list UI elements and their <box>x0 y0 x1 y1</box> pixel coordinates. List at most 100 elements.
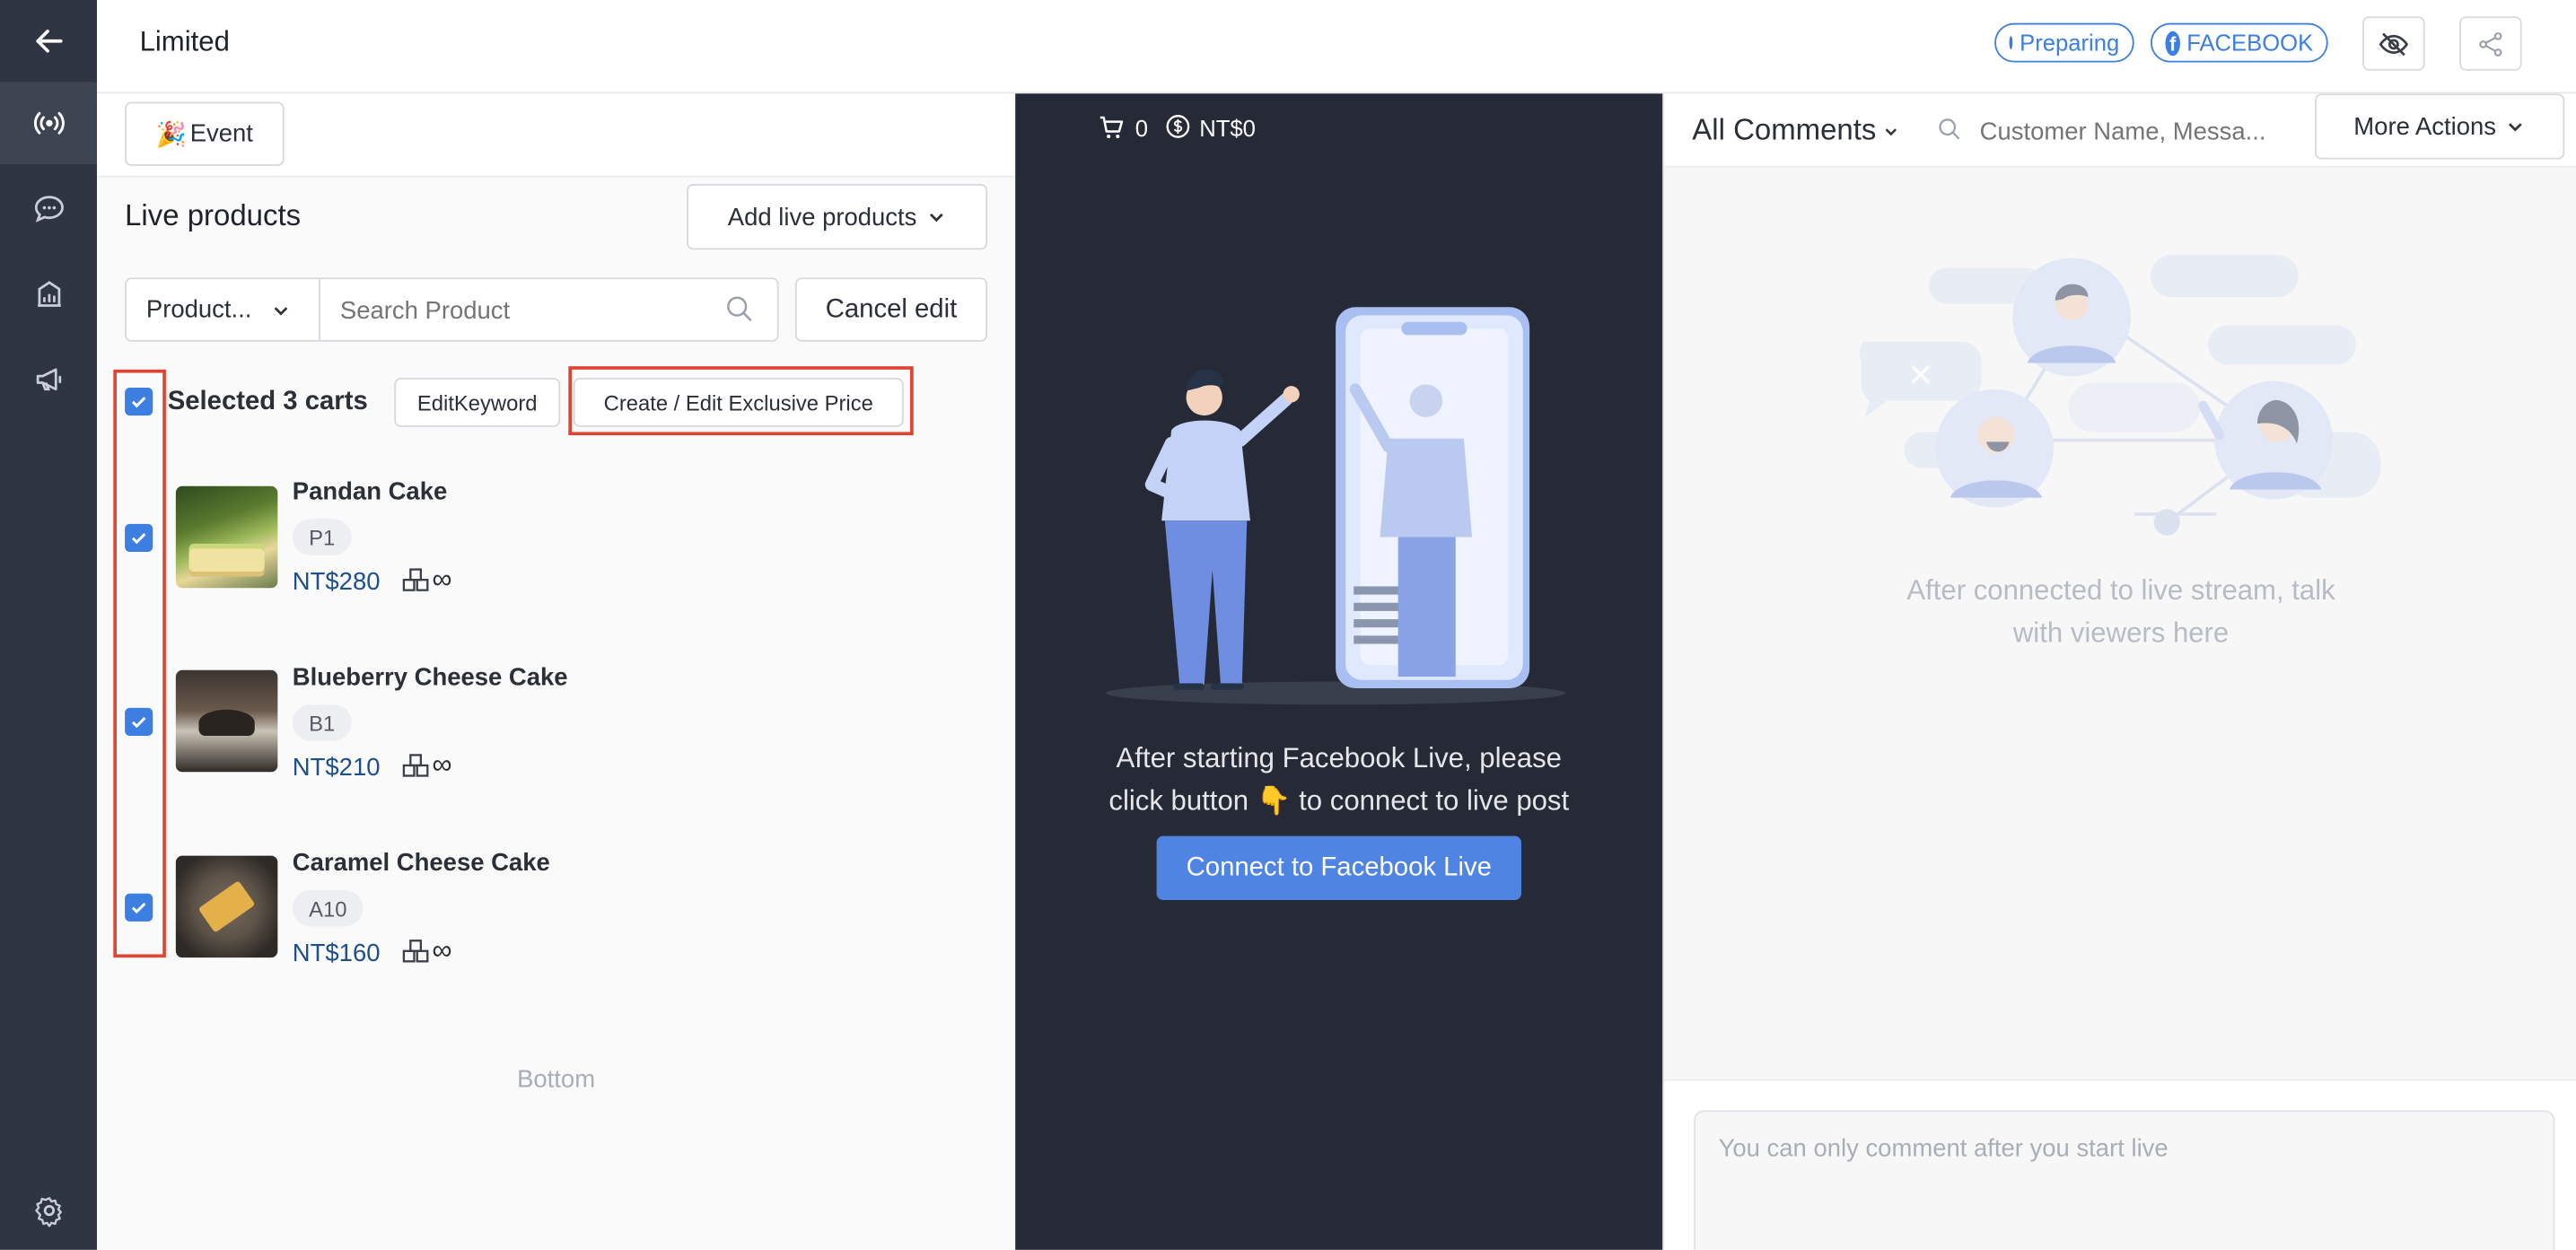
product-filter-value: Product... <box>145 295 252 324</box>
product-thumbnail <box>175 855 278 958</box>
stock-value: ∞ <box>432 748 452 781</box>
search-product-input[interactable] <box>337 284 718 339</box>
cart-icon <box>1100 116 1124 138</box>
event-label: Event <box>189 119 253 148</box>
facebook-icon: f <box>2165 30 2180 56</box>
check-icon <box>131 902 146 914</box>
gear-icon <box>34 1197 61 1228</box>
share-icon <box>2479 31 2502 56</box>
party-popper-icon: 🎉 <box>155 120 188 149</box>
inventory-icon <box>402 754 429 777</box>
stock-value: ∞ <box>432 563 452 595</box>
empty-line-1: After connected to live stream, talk <box>1906 574 2335 607</box>
nav-marketing[interactable] <box>0 338 97 421</box>
highlight-box-checkboxes <box>113 369 166 958</box>
instruction-line-2: click button 👇 to connect to live post <box>1015 780 1662 823</box>
top-header: Limited Preparing f FACEBOOK <box>96 0 2576 94</box>
product-price: NT$280 <box>292 568 381 597</box>
cake-shape <box>197 880 256 933</box>
megaphone-icon <box>35 368 61 391</box>
comment-placeholder: You can only comment after you start liv… <box>1718 1134 2169 1163</box>
more-actions-label: More Actions <box>2353 112 2497 141</box>
eye-off-icon <box>2379 31 2409 56</box>
instruction-line-1: After starting Facebook Live, please <box>1116 742 1562 774</box>
nav-live-broadcast[interactable] <box>0 82 97 165</box>
product-name: Caramel Cheese Cake <box>292 849 550 878</box>
broadcast-icon <box>33 111 64 135</box>
comments-filter-value: All Comments <box>1692 113 1877 146</box>
cake-shape <box>198 709 255 737</box>
check-icon <box>131 717 146 729</box>
page-title: Limited <box>139 26 230 58</box>
inventory-icon <box>402 940 429 963</box>
status-label: Preparing <box>2020 29 2120 57</box>
comment-composer: You can only comment after you start liv… <box>1664 1079 2576 1250</box>
stock-value: ∞ <box>432 934 452 966</box>
status-badge: Preparing <box>1994 22 2134 63</box>
empty-state-message: After connected to live stream, talk wit… <box>1664 570 2576 655</box>
nav-store[interactable] <box>0 253 97 336</box>
highlight-box-exclusive-price <box>568 366 914 436</box>
store-chart-icon <box>37 281 60 307</box>
instruction-text-a: click button <box>1108 784 1249 817</box>
empty-line-2: with viewers here <box>2012 617 2230 650</box>
product-name: Blueberry Cheese Cake <box>292 663 568 692</box>
settings-button[interactable] <box>0 1169 97 1250</box>
revenue-value: NT$0 <box>1199 115 1256 142</box>
chevron-down-icon <box>1885 127 1897 135</box>
cancel-edit-button[interactable]: Cancel edit <box>794 277 988 342</box>
pointing-down-hand-icon: 👇 <box>1256 784 1292 817</box>
search-icon[interactable] <box>724 294 754 324</box>
event-button[interactable]: 🎉 Event <box>125 101 285 166</box>
comment-search-input[interactable] <box>1976 109 2299 153</box>
product-code-tag: A10 <box>292 890 364 927</box>
comments-filter-select[interactable]: All Comments <box>1692 113 1899 147</box>
add-live-products-label: Add live products <box>727 203 917 232</box>
dollar-circle-icon <box>1166 115 1190 138</box>
edit-keyword-button[interactable]: EditKeyword <box>394 377 561 427</box>
product-price: NT$210 <box>292 754 381 782</box>
product-checkbox[interactable] <box>125 523 153 553</box>
back-button[interactable] <box>0 0 97 83</box>
product-name: Pandan Cake <box>292 477 448 506</box>
add-live-products-button[interactable]: Add live products <box>687 184 988 250</box>
check-icon <box>131 533 146 545</box>
chat-icon <box>33 196 64 223</box>
connect-instructions: After starting Facebook Live, please cli… <box>1015 738 1662 823</box>
comments-panel: All Comments More Actions <box>1662 93 2576 1250</box>
section-title: Live products <box>125 198 302 232</box>
live-stage: 0 NT$0 After starting Facebook Live, ple… <box>1015 93 1663 1250</box>
more-actions-button[interactable]: More Actions <box>2315 93 2565 160</box>
list-end-label: Bottom <box>517 1065 596 1095</box>
instruction-text-b: to connect to live post <box>1299 784 1570 817</box>
nav-messages[interactable] <box>0 168 97 250</box>
product-panel: 🎉 Event Live products Add live products … <box>96 93 1016 1250</box>
status-dot-icon <box>2009 36 2013 49</box>
product-thumbnail <box>175 669 278 773</box>
chevron-down-icon <box>930 213 943 223</box>
product-price: NT$160 <box>292 939 381 968</box>
inventory-icon <box>402 568 429 591</box>
cart-count: 0 <box>1135 115 1149 142</box>
left-rail <box>0 0 97 1250</box>
search-icon <box>1939 118 1960 140</box>
community-illustration <box>1859 254 2381 536</box>
arrow-left-icon <box>35 29 62 53</box>
platform-badge: f FACEBOOK <box>2150 22 2328 63</box>
product-code-tag: P1 <box>292 519 352 555</box>
chevron-down-icon <box>2509 123 2523 132</box>
product-filter-select[interactable]: Product... <box>127 279 320 340</box>
hide-toggle-button[interactable] <box>2362 16 2425 71</box>
connect-facebook-live-button[interactable]: Connect to Facebook Live <box>1156 835 1521 901</box>
product-code-tag: B1 <box>292 704 352 741</box>
comment-textarea[interactable]: You can only comment after you start liv… <box>1694 1110 2555 1250</box>
product-checkbox[interactable] <box>125 893 153 922</box>
selected-count-label: Selected 3 carts <box>167 387 368 416</box>
cake-shape <box>188 548 265 572</box>
chevron-down-icon <box>274 306 288 315</box>
live-illustration <box>1105 307 1566 705</box>
platform-label: FACEBOOK <box>2186 29 2314 57</box>
product-thumbnail <box>175 485 278 589</box>
product-checkbox[interactable] <box>125 707 153 737</box>
share-button[interactable] <box>2459 16 2522 71</box>
